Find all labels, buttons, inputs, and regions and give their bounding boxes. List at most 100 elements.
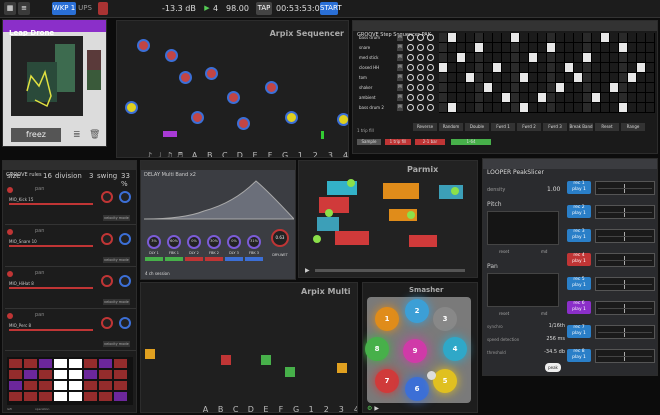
grid-view-button[interactable]: ▦ [4, 2, 16, 15]
groove-step-cell[interactable] [646, 103, 654, 112]
setting-value[interactable]: -34.5 db [544, 349, 565, 355]
groove-step-cell[interactable] [610, 33, 618, 42]
groove-step-cell[interactable] [448, 93, 456, 102]
pan-icon[interactable] [417, 104, 424, 111]
groove-pad[interactable] [99, 381, 112, 390]
groove-step-cell[interactable] [574, 93, 582, 102]
note-dot[interactable] [205, 67, 218, 80]
groove-step-cell[interactable] [484, 63, 492, 72]
groove-track-row[interactable]: shaker M [357, 83, 437, 93]
groove-step-cell[interactable] [484, 83, 492, 92]
mute-toggle[interactable]: M [397, 54, 403, 61]
smash-pad-8[interactable]: 8 [365, 337, 389, 361]
swing-icon[interactable] [427, 104, 434, 111]
groove-step-cell[interactable] [529, 103, 537, 112]
groove-step-cell[interactable] [448, 83, 456, 92]
groove-step-cell[interactable] [511, 53, 519, 62]
multi-cell[interactable] [285, 367, 295, 377]
groove-pad[interactable] [84, 370, 97, 379]
groove-step-cell[interactable] [484, 33, 492, 42]
smash-pad-2[interactable]: 2 [405, 299, 429, 323]
velocity-mode-button[interactable]: velocity mode [103, 341, 130, 347]
groove-step-grid[interactable] [439, 33, 655, 113]
rec-slot-button[interactable]: rec 7 play 1 [567, 325, 591, 338]
groove-step-cell[interactable] [583, 53, 591, 62]
groove-step-cell[interactable] [511, 93, 519, 102]
size-value[interactable]: 16 [43, 172, 52, 180]
level-icon[interactable] [407, 54, 414, 61]
groove-function-button[interactable]: Fwrd 1 [491, 123, 515, 131]
groove-step-cell[interactable] [610, 103, 618, 112]
groove-step-cell[interactable] [538, 103, 546, 112]
groove-step-cell[interactable] [583, 83, 591, 92]
setting-value[interactable]: 1/16th [549, 323, 565, 329]
track-slider[interactable] [9, 203, 93, 205]
groove-step-cell[interactable] [502, 33, 510, 42]
groove-step-cell[interactable] [592, 63, 600, 72]
groove-step-cell[interactable] [520, 73, 528, 82]
number-button-3[interactable]: 3 [326, 151, 335, 157]
groove-step-cell[interactable] [439, 63, 447, 72]
groove-step-cell[interactable] [475, 43, 483, 52]
track-knob[interactable] [101, 317, 113, 329]
groove-step-cell[interactable] [502, 43, 510, 52]
swing-icon[interactable] [427, 94, 434, 101]
arpix-sequencer-canvas[interactable] [117, 21, 348, 137]
multi-cell[interactable] [261, 355, 271, 365]
groove-step-cell[interactable] [637, 53, 645, 62]
groove-pad[interactable] [69, 370, 82, 379]
letter-button-g[interactable]: G [292, 405, 301, 412]
groove-step-cell[interactable] [475, 103, 483, 112]
note-dot[interactable] [337, 113, 348, 126]
groove-step-cell[interactable] [556, 53, 564, 62]
mixer-button[interactable]: ≡ [18, 2, 30, 15]
groove-step-cell[interactable] [493, 43, 501, 52]
groove-step-cell[interactable] [592, 43, 600, 52]
note-icon[interactable]: ♪ [145, 151, 154, 157]
groove-step-cell[interactable] [529, 33, 537, 42]
multi-cell[interactable] [145, 349, 155, 359]
groove-step-cell[interactable] [502, 83, 510, 92]
groove-step-cell[interactable] [538, 53, 546, 62]
level-icon[interactable] [407, 94, 414, 101]
groove-pad[interactable] [99, 359, 112, 368]
groove-step-cell[interactable] [646, 93, 654, 102]
track-knob[interactable] [101, 275, 113, 287]
number-button-2[interactable]: 2 [311, 151, 320, 157]
groove-step-cell[interactable] [475, 83, 483, 92]
groove-step-cell[interactable] [439, 103, 447, 112]
groove-step-cell[interactable] [538, 43, 546, 52]
groove-step-cell[interactable] [547, 53, 555, 62]
letter-button-a[interactable]: A [201, 405, 210, 412]
groove-track-row[interactable]: bass drum M [357, 33, 437, 43]
strip-bar[interactable]: 2-1 bar [415, 139, 445, 145]
groove-pad[interactable] [24, 392, 37, 401]
velocity-mode-button[interactable]: velocity mode [103, 299, 130, 305]
workspace-button[interactable]: WKP 1 [52, 2, 76, 15]
parmix-play-icon[interactable]: ▶ [305, 267, 310, 274]
groove-step-cell[interactable] [628, 53, 636, 62]
smash-pad-1[interactable]: 1 [375, 307, 399, 331]
groove-step-cell[interactable] [502, 103, 510, 112]
groove-step-cell[interactable] [466, 93, 474, 102]
pan-icon[interactable] [417, 84, 424, 91]
groove-pad[interactable] [9, 359, 22, 368]
groove-step-cell[interactable] [592, 103, 600, 112]
letter-button-e[interactable]: E [261, 405, 270, 412]
groove-step-cell[interactable] [637, 103, 645, 112]
track-knob[interactable] [119, 275, 131, 287]
groove-pad[interactable] [54, 392, 67, 401]
groove-step-cell[interactable] [466, 73, 474, 82]
strip-range[interactable]: 1-64 [451, 139, 491, 145]
rec-waveform[interactable] [595, 229, 655, 243]
groove-step-cell[interactable] [610, 53, 618, 62]
level-icon[interactable] [407, 34, 414, 41]
swing-icon[interactable] [427, 54, 434, 61]
groove-step-cell[interactable] [448, 53, 456, 62]
track-knob[interactable] [101, 233, 113, 245]
smasher-pad-area[interactable]: 1 2 3 8 9 4 7 6 5 [365, 297, 471, 403]
groove-step-cell[interactable] [565, 43, 573, 52]
groove-pad[interactable] [114, 359, 127, 368]
groove-step-cell[interactable] [547, 83, 555, 92]
clip-block[interactable] [409, 235, 437, 247]
